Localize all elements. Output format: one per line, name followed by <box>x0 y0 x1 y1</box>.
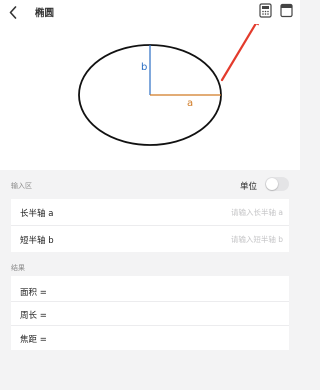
area-label: 面积 = <box>20 288 47 298</box>
ellipse-diagram: b a <box>78 14 262 146</box>
window-icon <box>280 3 293 18</box>
semi-minor-input[interactable] <box>143 232 283 247</box>
semi-minor-row: 短半轴 b <box>11 226 289 252</box>
unit-toggle-knob <box>266 178 278 190</box>
result-section-label: 结果 <box>11 264 25 272</box>
semi-major-label: a <box>187 98 193 109</box>
input-card: 长半轴 a 短半轴 b <box>11 199 289 252</box>
annotation-arrow <box>220 14 262 82</box>
perimeter-label: 周长 = <box>20 311 47 321</box>
input-section-label: 输入区 <box>11 182 32 190</box>
top-bar: 椭圆 <box>0 0 300 24</box>
semi-major-row: 长半轴 a <box>11 199 289 225</box>
calculator-icon <box>259 3 272 18</box>
window-button[interactable] <box>280 3 293 18</box>
semi-major-field-label: 长半轴 a <box>20 209 54 219</box>
unit-toggle[interactable] <box>265 177 289 191</box>
unit-label: 单位 <box>240 182 258 192</box>
semi-minor-label: b <box>141 62 147 73</box>
perimeter-row: 周长 = <box>11 301 289 327</box>
result-card: 面积 = 周长 = 焦距 = <box>11 276 289 350</box>
ellipse-diagram-panel: b a <box>0 14 300 170</box>
page-title: 椭圆 <box>35 8 55 19</box>
focal-distance-label: 焦距 = <box>20 335 47 345</box>
calculator-button[interactable] <box>259 3 272 18</box>
semi-minor-field-label: 短半轴 b <box>20 236 54 246</box>
back-button[interactable] <box>6 3 20 21</box>
semi-major-input[interactable] <box>143 205 283 220</box>
chevron-left-icon <box>9 5 17 19</box>
focal-distance-row: 焦距 = <box>11 325 289 351</box>
